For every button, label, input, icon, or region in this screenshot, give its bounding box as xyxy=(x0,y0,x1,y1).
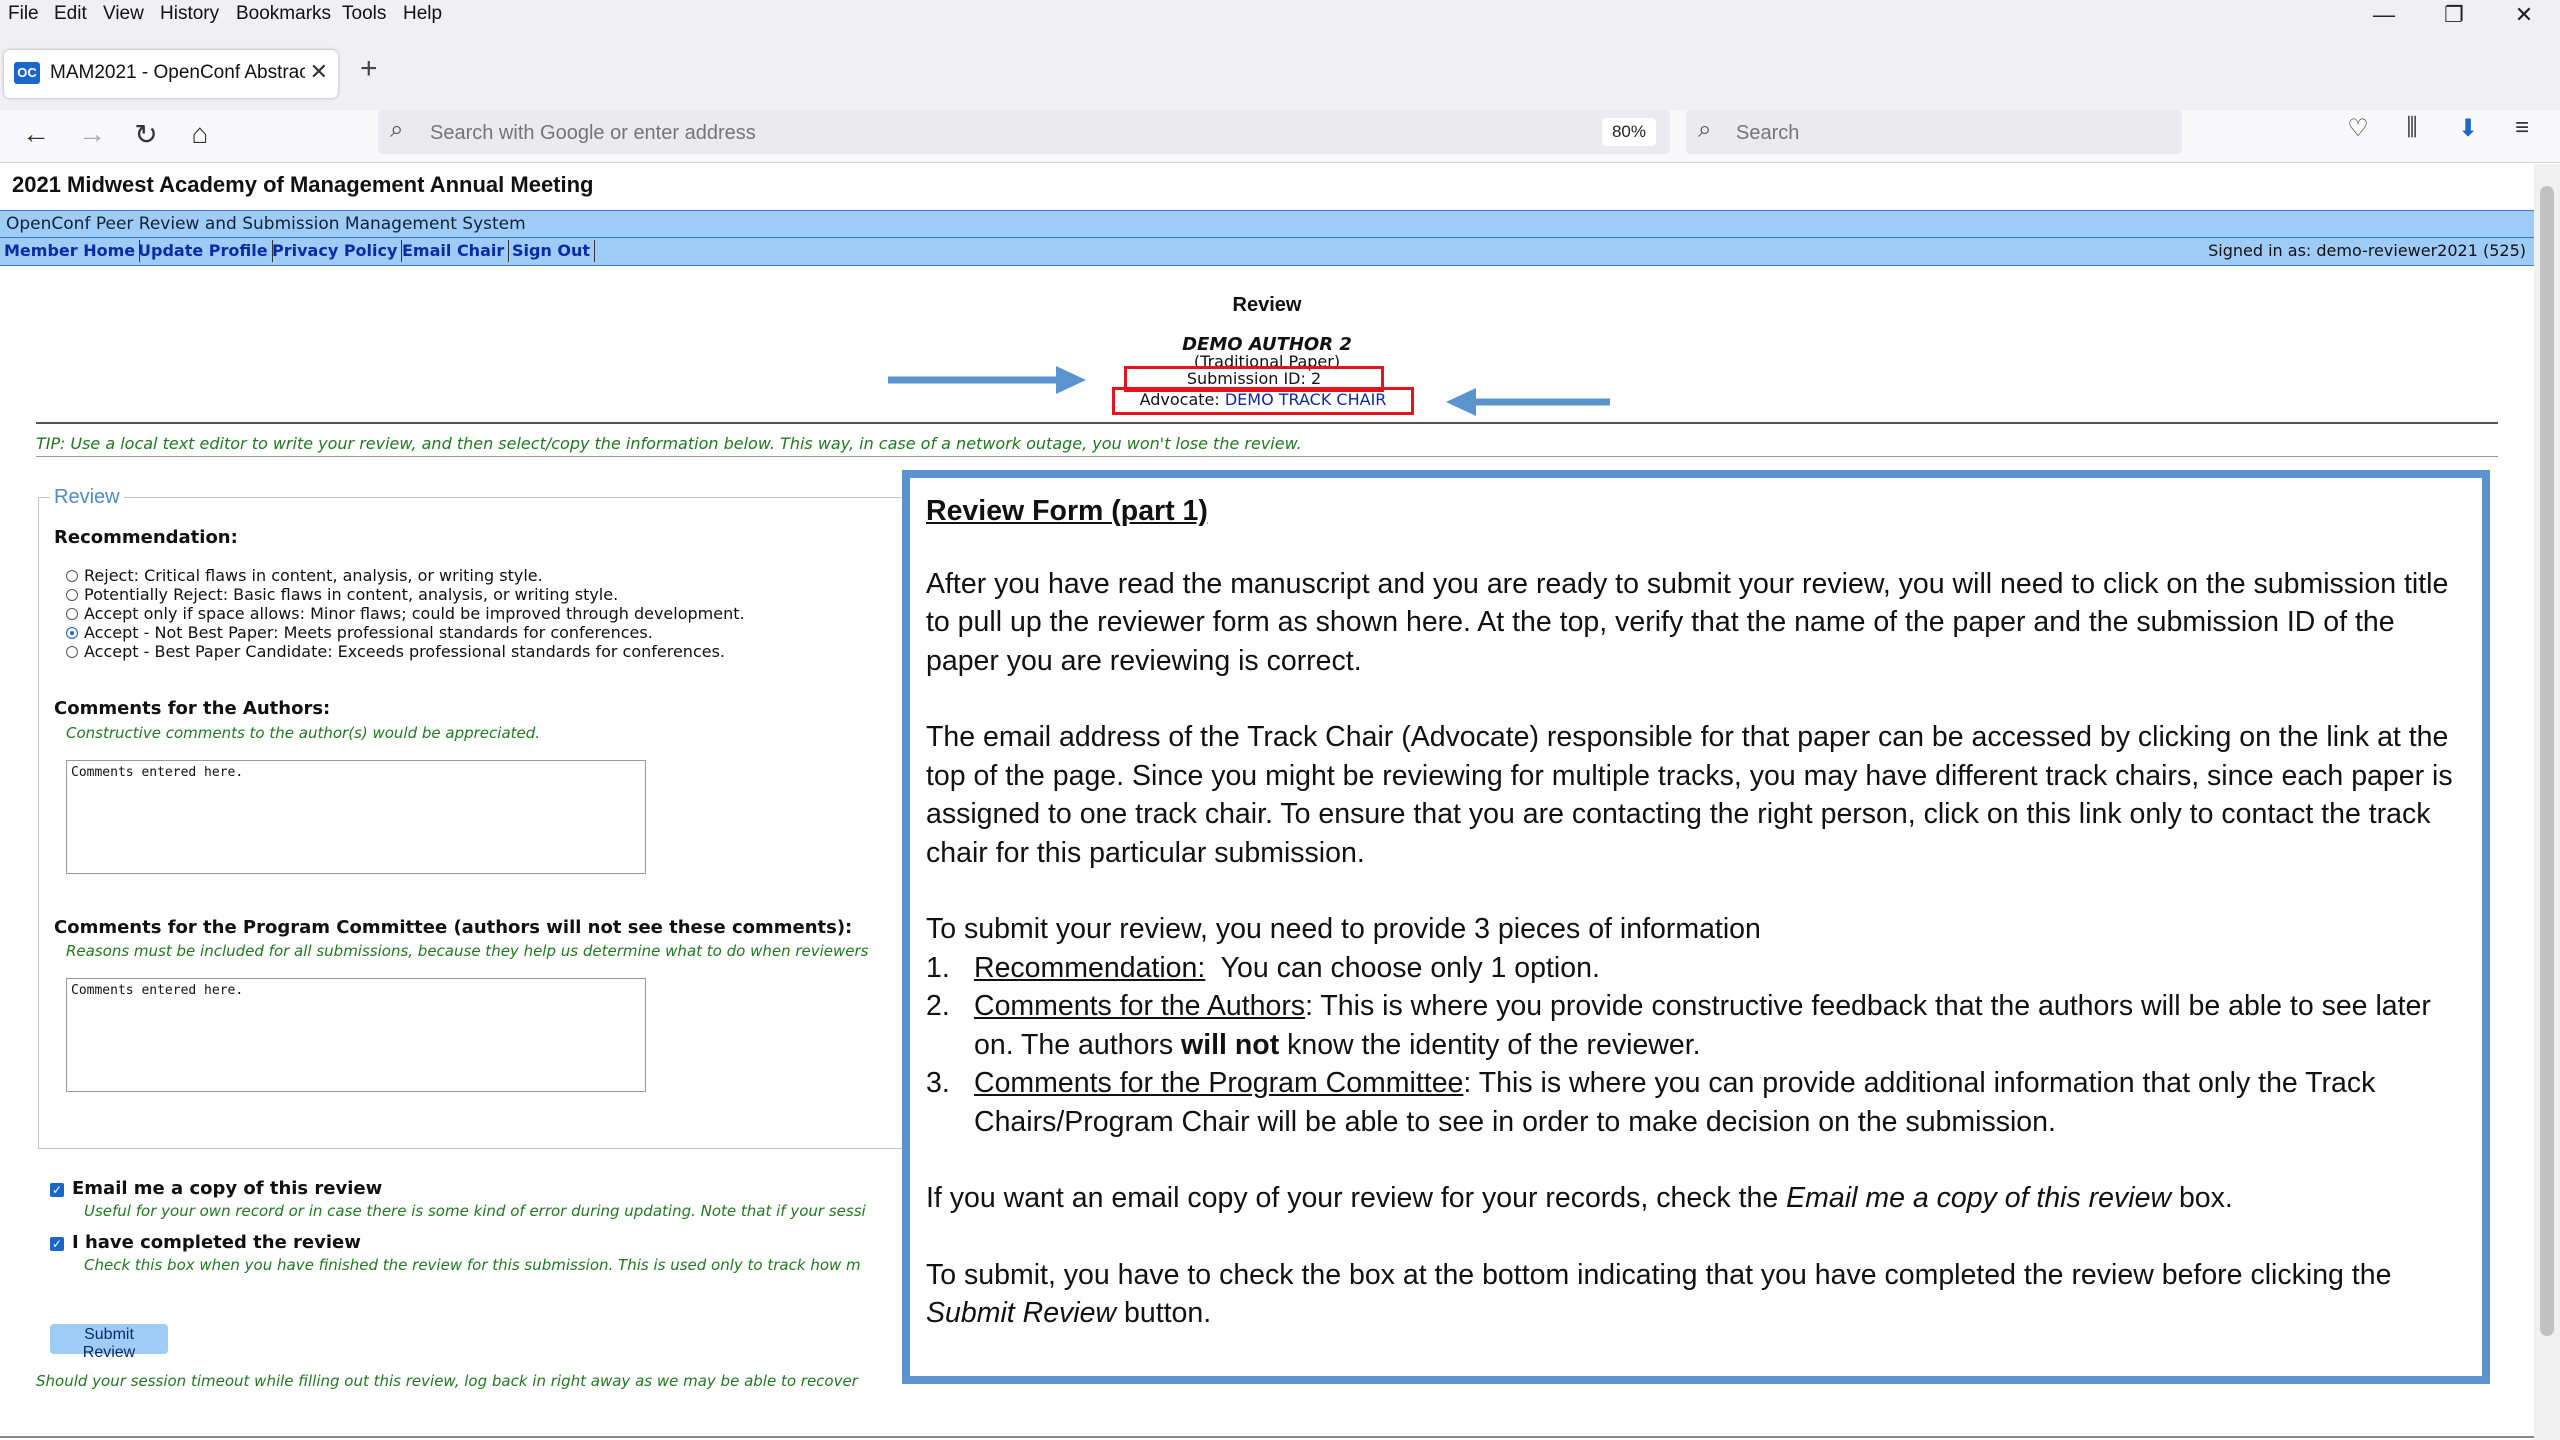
advocate-line: Advocate: DEMO TRACK CHAIR xyxy=(1112,390,1414,409)
menu-edit[interactable]: Edit xyxy=(54,3,87,25)
tip-text: TIP: Use a local text editor to write yo… xyxy=(36,434,1302,453)
recommendation-label: Recommendation: xyxy=(54,527,238,548)
overlay-title: Review Form (part 1) xyxy=(926,495,1208,527)
download-icon[interactable]: ⬇ xyxy=(2450,114,2486,143)
overlay-paragraph: The email address of the Track Chair (Ad… xyxy=(926,721,2453,869)
menu-bookmarks[interactable]: Bookmarks xyxy=(236,3,331,25)
authors-comments-label: Comments for the Authors: xyxy=(54,698,331,719)
overlay-paragraph: If you want an email copy of your review… xyxy=(926,1182,2233,1214)
browser-tab[interactable]: OC MAM2021 - OpenConf Abstract ✕ xyxy=(4,50,338,98)
overlay-paragraph: To submit, you have to check the box at … xyxy=(926,1258,2392,1330)
forward-icon[interactable]: → xyxy=(72,118,112,150)
search-icon: ⌕ xyxy=(390,116,404,143)
advocate-link[interactable]: DEMO TRACK CHAIR xyxy=(1225,390,1387,409)
pocket-icon[interactable]: ♡ xyxy=(2340,114,2376,143)
radio-reject[interactable]: Reject: Critical flaws in content, analy… xyxy=(66,566,543,585)
new-tab-button[interactable]: + xyxy=(360,52,378,86)
signed-in-status: Signed in as: demo-reviewer2021 (525) xyxy=(2208,241,2526,260)
tab-strip xyxy=(0,32,2560,110)
email-copy-checkbox[interactable]: ✓ xyxy=(50,1183,64,1197)
divider xyxy=(36,456,2498,457)
email-copy-hint: Useful for your own record or in case th… xyxy=(84,1202,866,1220)
menu-file[interactable]: File xyxy=(8,3,39,25)
menu-view[interactable]: View xyxy=(103,3,144,25)
url-input[interactable] xyxy=(428,118,1432,148)
library-icon[interactable]: ⫼ xyxy=(2394,114,2430,142)
home-icon[interactable]: ⌂ xyxy=(180,118,220,150)
menu-help[interactable]: Help xyxy=(403,3,442,25)
link-member-home[interactable]: Member Home xyxy=(0,240,141,262)
menu-tools[interactable]: Tools xyxy=(342,3,386,25)
radio-button[interactable] xyxy=(66,589,78,601)
committee-comments-hint: Reasons must be included for all submiss… xyxy=(66,942,869,960)
radio-label: Potentially Reject: Basic flaws in conte… xyxy=(84,585,619,604)
radio-button[interactable] xyxy=(66,608,78,620)
authors-comments-input[interactable]: Comments entered here. xyxy=(66,760,646,874)
authors-comments-hint: Constructive comments to the author(s) w… xyxy=(66,724,541,742)
tab-close-icon[interactable]: ✕ xyxy=(310,59,328,85)
list-item: 1. Recommendation: You can choose only 1 … xyxy=(926,951,1600,984)
radio-label: Accept - Not Best Paper: Meets professio… xyxy=(84,623,653,642)
instruction-overlay: Review Form (part 1) After you have read… xyxy=(902,470,2490,1384)
radio-label: Reject: Critical flaws in content, analy… xyxy=(84,566,543,585)
completed-label: I have completed the review xyxy=(72,1232,361,1253)
close-window-icon[interactable]: ✕ xyxy=(2504,2,2544,28)
hamburger-menu-icon[interactable]: ≡ xyxy=(2504,114,2540,142)
system-name: OpenConf Peer Review and Submission Mana… xyxy=(6,214,526,234)
search-bar[interactable]: ⌕ xyxy=(1686,110,2182,154)
favicon-icon: OC xyxy=(14,62,40,84)
search-icon: ⌕ xyxy=(1698,116,1712,143)
radio-button-selected[interactable] xyxy=(66,627,78,639)
reload-icon[interactable]: ↻ xyxy=(126,118,166,151)
overlay-list: 1. Recommendation: You can choose only 1 … xyxy=(926,949,2466,1142)
radio-button[interactable] xyxy=(66,570,78,582)
completed-checkbox[interactable]: ✓ xyxy=(50,1237,64,1251)
committee-comments-label: Comments for the Program Committee (auth… xyxy=(54,917,853,938)
menu-bar: File Edit View History Bookmarks Tools H… xyxy=(0,0,2560,32)
link-sign-out[interactable]: Sign Out xyxy=(508,240,596,262)
email-copy-label: Email me a copy of this review xyxy=(72,1178,383,1199)
radio-accept-not-best[interactable]: Accept - Not Best Paper: Meets professio… xyxy=(66,623,653,642)
search-input[interactable] xyxy=(1734,118,2158,148)
review-legend: Review xyxy=(50,486,124,509)
radio-label: Accept only if space allows: Minor flaws… xyxy=(84,604,745,623)
page-title: Review xyxy=(1232,294,1302,316)
link-update-profile[interactable]: Update Profile xyxy=(134,240,273,262)
zoom-level[interactable]: 80% xyxy=(1601,118,1656,146)
link-email-chair[interactable]: Email Chair xyxy=(398,240,510,262)
advocate-label: Advocate: xyxy=(1139,390,1220,409)
list-item: 3. Comments for the Program Committee: Th… xyxy=(926,1067,2376,1138)
submit-review-button[interactable]: Submit Review xyxy=(50,1324,168,1361)
overlay-paragraph: After you have read the manuscript and y… xyxy=(926,567,2449,677)
radio-accept-if-space[interactable]: Accept only if space allows: Minor flaws… xyxy=(66,604,745,623)
url-bar[interactable]: ⌕ 80% xyxy=(378,110,1670,154)
back-icon[interactable]: ← xyxy=(16,118,56,150)
site-title: 2021 Midwest Academy of Management Annua… xyxy=(12,172,594,197)
radio-button[interactable] xyxy=(66,646,78,658)
scroll-thumb[interactable] xyxy=(2540,186,2554,1336)
radio-label: Accept - Best Paper Candidate: Exceeds p… xyxy=(84,642,726,661)
session-timeout-note: Should your session timeout while fillin… xyxy=(36,1372,858,1390)
link-privacy-policy[interactable]: Privacy Policy xyxy=(268,240,403,262)
radio-potentially-reject[interactable]: Potentially Reject: Basic flaws in conte… xyxy=(66,585,618,604)
scrollbar[interactable] xyxy=(2534,164,2560,1440)
completed-hint: Check this box when you have finished th… xyxy=(84,1256,861,1274)
divider xyxy=(0,1436,2534,1438)
tab-title: MAM2021 - OpenConf Abstract xyxy=(50,62,305,83)
radio-accept-best[interactable]: Accept - Best Paper Candidate: Exceeds p… xyxy=(66,642,725,661)
minimize-icon[interactable]: — xyxy=(2364,2,2404,28)
list-item: 2. Comments for the Authors: This is wher… xyxy=(926,990,2431,1061)
menu-history[interactable]: History xyxy=(160,3,219,25)
divider xyxy=(36,422,2498,424)
arrow-right-icon xyxy=(888,366,1086,394)
overlay-paragraph: To submit your review, you need to provi… xyxy=(926,913,1761,945)
restore-icon[interactable]: ❐ xyxy=(2434,2,2474,28)
submission-id: Submission ID: 2 xyxy=(1186,369,1322,388)
committee-comments-input[interactable]: Comments entered here. xyxy=(66,978,646,1092)
arrow-left-icon xyxy=(1446,388,1610,416)
